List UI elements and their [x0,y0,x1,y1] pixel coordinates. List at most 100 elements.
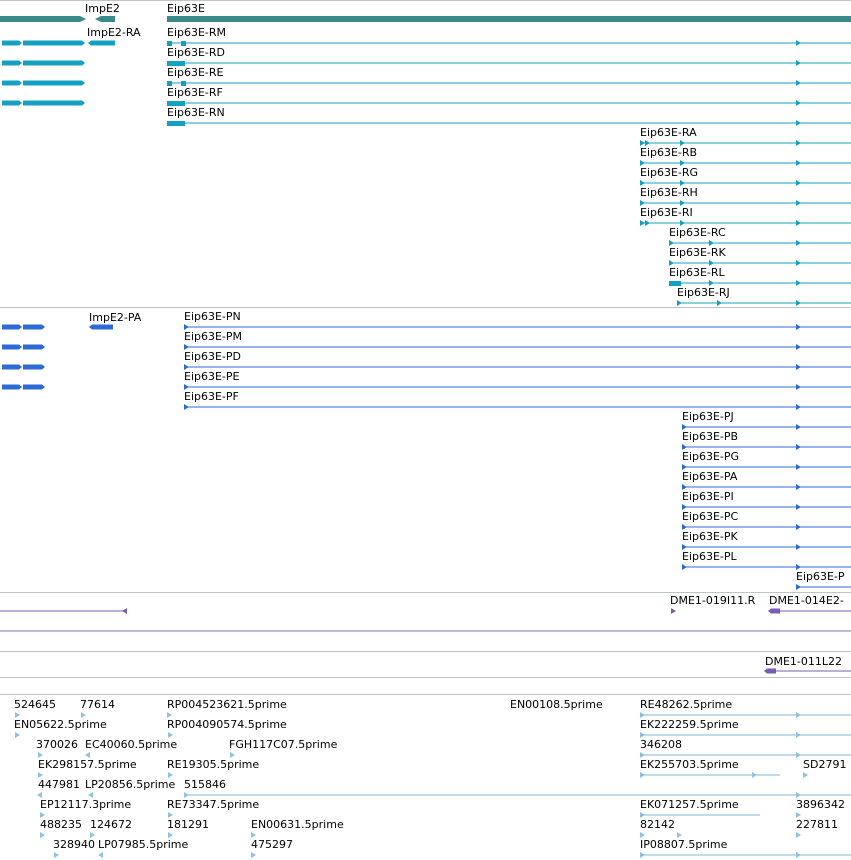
strand-arrow-icon[interactable] [796,544,801,550]
est-label[interactable]: 3896342 [796,798,845,811]
est-mark-icon[interactable] [40,832,45,838]
strand-arrow-icon[interactable] [796,120,801,126]
strand-arrow-icon[interactable] [796,280,801,286]
protein-label[interactable]: Eip63E-PB [682,430,738,443]
est-label[interactable]: IP08807.5prime [640,838,727,851]
strand-arrow-icon[interactable] [796,404,801,410]
exon-arrow[interactable] [2,100,22,106]
est-mark-icon[interactable] [251,852,256,858]
est-label[interactable]: FGH117C07.5prime [229,738,337,751]
protein-label[interactable]: Eip63E-PC [682,510,738,523]
strand-arrow-icon[interactable] [796,364,801,370]
est-label[interactable]: RE19305.5prime [167,758,259,771]
est-label[interactable]: RP004523621.5prime [167,698,287,711]
transcript-label[interactable]: Eip63E-RG [640,166,698,179]
est-label[interactable]: 227811 [796,818,838,831]
est-label[interactable]: SD2791 [803,758,846,771]
est-label[interactable]: EN05622.5prime [14,718,107,731]
est-mark-icon[interactable] [15,732,20,738]
strand-arrow-icon[interactable] [717,300,722,306]
transcript-label[interactable]: Eip63E-RD [167,46,225,59]
transcript-label[interactable]: Eip63E-RB [640,146,697,159]
strand-arrow-icon[interactable] [796,60,801,66]
protein-label[interactable]: Eip63E-PK [682,530,738,543]
est-label[interactable]: 328940 [53,838,95,851]
strand-arrow-icon[interactable] [796,100,801,106]
strand-arrow-icon[interactable] [796,344,801,350]
strand-arrow-icon[interactable] [640,220,645,226]
exon-arrow[interactable] [768,608,780,614]
strand-arrow-icon[interactable] [796,504,801,510]
transcript-label[interactable]: Eip63E-RL [669,266,725,279]
exon-arrow[interactable] [23,60,85,66]
protein-label[interactable]: ImpE2-PA [89,311,141,324]
exon-arrow[interactable] [2,384,22,390]
insertion-label[interactable]: DME1-014E2- [769,594,844,607]
strand-arrow-icon[interactable] [796,324,801,330]
gene-chevron-icon[interactable] [80,16,86,22]
strand-arrow-icon[interactable] [184,404,189,410]
est-mark-icon[interactable] [796,712,801,718]
est-label[interactable]: 447981 [38,778,80,791]
est-mark-icon[interactable] [98,852,103,858]
est-mark-icon[interactable] [803,772,808,778]
est-mark-icon[interactable] [796,732,801,738]
strand-arrow-icon[interactable] [796,584,801,590]
est-mark-icon[interactable] [796,852,801,858]
est-mark-icon[interactable] [796,752,801,758]
transcript-label[interactable]: Eip63E-RI [640,206,693,219]
strand-arrow-icon[interactable] [796,444,801,450]
exon-arrow[interactable] [23,364,45,370]
exon-arrow[interactable] [2,80,22,86]
strand-arrow-icon[interactable] [645,220,650,226]
transcript-label[interactable]: Eip63E-RJ [677,286,730,299]
transcript-label[interactable]: Eip63E-RA [640,126,697,139]
protein-label[interactable]: Eip63E-PE [184,370,240,383]
protein-label[interactable]: Eip63E-PN [184,310,241,323]
exon-arrow[interactable] [89,324,113,330]
est-mark-icon[interactable] [54,852,59,858]
est-label[interactable]: 475297 [251,838,293,851]
est-label[interactable]: 124672 [90,818,132,831]
transcript-label[interactable]: Eip63E-RH [640,186,698,199]
strand-arrow-icon[interactable] [796,384,801,390]
est-label[interactable]: 82142 [640,818,675,831]
protein-label[interactable]: Eip63E-PL [682,550,737,563]
protein-label[interactable]: Eip63E-PJ [682,410,734,423]
est-label[interactable]: EK255703.5prime [640,758,739,771]
est-label[interactable]: 346208 [640,738,682,751]
est-label[interactable]: EK071257.5prime [640,798,739,811]
est-label[interactable]: RE73347.5prime [167,798,259,811]
strand-arrow-icon[interactable] [796,80,801,86]
strand-arrow-icon[interactable] [796,300,801,306]
exon-arrow[interactable] [23,344,45,350]
protein-label[interactable]: Eip63E-PG [682,450,739,463]
est-label[interactable]: 77614 [80,698,115,711]
gene-label-impe2[interactable]: ImpE2 [85,2,120,15]
protein-label[interactable]: Eip63E-PD [184,350,241,363]
protein-label[interactable]: Eip63E-P [796,570,845,583]
exon-arrow[interactable] [23,100,85,106]
exon-arrow[interactable] [23,384,45,390]
gene-chevron-icon[interactable] [95,16,101,22]
exon-arrow[interactable] [23,80,85,86]
strand-arrow-icon[interactable] [796,180,801,186]
est-label[interactable]: RE48262.5prime [640,698,732,711]
strand-arrow-icon[interactable] [796,40,801,46]
protein-label[interactable]: Eip63E-PI [682,490,734,503]
strand-arrow-icon[interactable] [796,140,801,146]
transcript-label[interactable]: Eip63E-RE [167,66,224,79]
exon-arrow[interactable] [2,344,22,350]
gene-bar-impe2[interactable] [101,16,115,22]
est-mark-icon[interactable] [796,832,801,838]
exon-box[interactable] [167,121,185,126]
est-label[interactable]: EP12117.3prime [40,798,131,811]
insertion-label[interactable]: DME1-011L22 [765,655,842,668]
gene-bar-eip63e[interactable] [167,16,851,22]
est-label[interactable]: 370026 [36,738,78,751]
exon-arrow[interactable] [2,40,22,46]
exon-arrow[interactable] [2,60,22,66]
est-label[interactable]: 488235 [40,818,82,831]
est-label[interactable]: 515846 [184,778,226,791]
transcript-label[interactable]: Eip63E-RM [167,26,226,39]
